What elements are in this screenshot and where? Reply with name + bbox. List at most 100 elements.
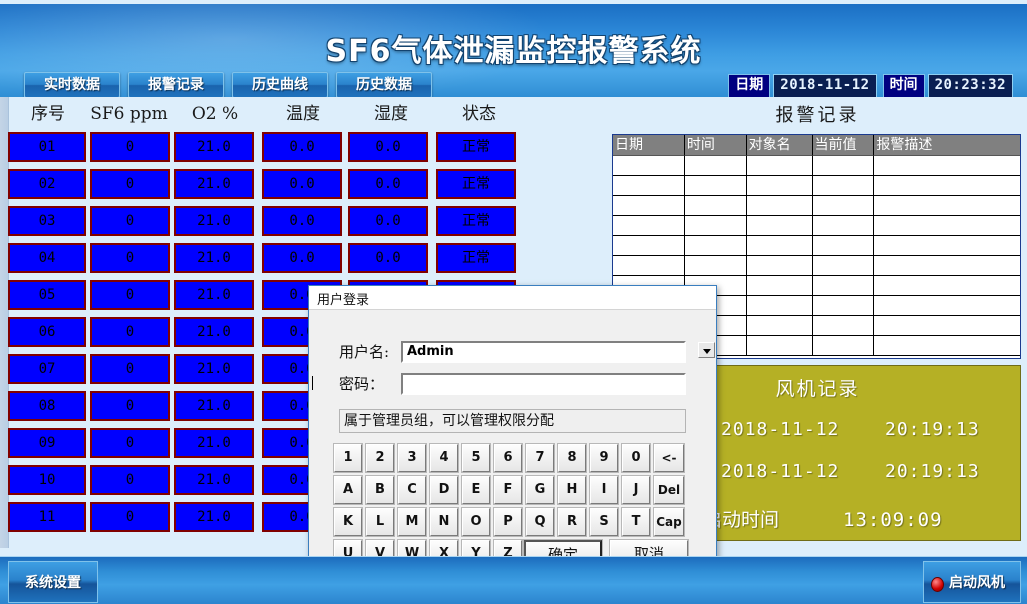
cell-status[interactable]: 正常: [436, 169, 516, 199]
col-header-status: 状态: [462, 104, 496, 124]
cell-sf6[interactable]: 0: [90, 169, 170, 199]
cell-index[interactable]: 11: [8, 502, 86, 532]
key-h[interactable]: H: [557, 475, 587, 505]
cell-o2[interactable]: 21.0: [174, 280, 254, 310]
alarm-cell: [812, 316, 875, 336]
key-4[interactable]: 4: [429, 443, 459, 473]
cell-o2[interactable]: 21.0: [174, 169, 254, 199]
key-[interactable]: <-: [653, 443, 685, 473]
key-f[interactable]: F: [493, 475, 523, 505]
cell-status[interactable]: 正常: [436, 132, 516, 162]
key-3[interactable]: 3: [397, 443, 427, 473]
key-8[interactable]: 8: [557, 443, 587, 473]
chevron-down-icon[interactable]: [698, 342, 715, 358]
cell-sf6[interactable]: 0: [90, 428, 170, 458]
led-indicator-icon: [931, 577, 944, 592]
key-t[interactable]: T: [621, 507, 651, 537]
cell-humidity[interactable]: 0.0: [348, 132, 428, 162]
key-l[interactable]: L: [365, 507, 395, 537]
cell-sf6[interactable]: 0: [90, 391, 170, 421]
cell-index[interactable]: 01: [8, 132, 86, 162]
cell-o2[interactable]: 21.0: [174, 243, 254, 273]
key-r[interactable]: R: [557, 507, 587, 537]
cell-temperature[interactable]: 0.0: [262, 132, 342, 162]
key-b[interactable]: B: [365, 475, 395, 505]
fan-row-date: 2018-11-12: [721, 461, 840, 482]
cell-index[interactable]: 09: [8, 428, 86, 458]
cell-sf6[interactable]: 0: [90, 206, 170, 236]
table-row[interactable]: [613, 236, 1020, 256]
dialog-title: 用户登录: [317, 293, 370, 308]
key-j[interactable]: J: [621, 475, 651, 505]
cell-o2[interactable]: 21.0: [174, 354, 254, 384]
cell-index[interactable]: 04: [8, 243, 86, 273]
cell-humidity[interactable]: 0.0: [348, 169, 428, 199]
key-e[interactable]: E: [461, 475, 491, 505]
cell-status[interactable]: 正常: [436, 206, 516, 236]
key-i[interactable]: I: [589, 475, 619, 505]
table-row[interactable]: [613, 196, 1020, 216]
cell-humidity[interactable]: 0.0: [348, 206, 428, 236]
cell-o2[interactable]: 21.0: [174, 206, 254, 236]
cell-index[interactable]: 06: [8, 317, 86, 347]
cell-o2[interactable]: 21.0: [174, 132, 254, 162]
cell-index[interactable]: 08: [8, 391, 86, 421]
cell-temperature[interactable]: 0.0: [262, 169, 342, 199]
alarm-cell: [812, 296, 875, 316]
cell-index[interactable]: 07: [8, 354, 86, 384]
cell-index[interactable]: 03: [8, 206, 86, 236]
cell-index[interactable]: 10: [8, 465, 86, 495]
cell-o2[interactable]: 21.0: [174, 428, 254, 458]
tab-alarm-records[interactable]: 报警记录: [128, 72, 224, 97]
alarm-cell: [874, 316, 1020, 336]
key-m[interactable]: M: [397, 507, 427, 537]
username-select[interactable]: Admin: [401, 341, 686, 363]
tab-history-curve[interactable]: 历史曲线: [232, 72, 328, 97]
cell-index[interactable]: 05: [8, 280, 86, 310]
system-settings-button[interactable]: 系统设置: [8, 561, 98, 603]
cell-sf6[interactable]: 0: [90, 243, 170, 273]
key-n[interactable]: N: [429, 507, 459, 537]
tab-realtime-data[interactable]: 实时数据: [24, 72, 120, 97]
cell-humidity[interactable]: 0.0: [348, 243, 428, 273]
key-5[interactable]: 5: [461, 443, 491, 473]
table-row[interactable]: [613, 256, 1020, 276]
cell-sf6[interactable]: 0: [90, 132, 170, 162]
key-1[interactable]: 1: [333, 443, 363, 473]
cell-o2[interactable]: 21.0: [174, 391, 254, 421]
key-p[interactable]: P: [493, 507, 523, 537]
cell-index[interactable]: 02: [8, 169, 86, 199]
cell-sf6[interactable]: 0: [90, 502, 170, 532]
key-o[interactable]: O: [461, 507, 491, 537]
key-g[interactable]: G: [525, 475, 555, 505]
key-cap[interactable]: Cap: [653, 507, 685, 537]
cell-sf6[interactable]: 0: [90, 280, 170, 310]
password-input[interactable]: [401, 373, 686, 395]
key-q[interactable]: Q: [525, 507, 555, 537]
cell-o2[interactable]: 21.0: [174, 317, 254, 347]
key-d[interactable]: D: [429, 475, 459, 505]
key-del[interactable]: Del: [653, 475, 685, 505]
cell-sf6[interactable]: 0: [90, 354, 170, 384]
tab-history-data[interactable]: 历史数据: [336, 72, 432, 97]
cell-temperature[interactable]: 0.0: [262, 206, 342, 236]
table-row[interactable]: [613, 216, 1020, 236]
table-row[interactable]: [613, 156, 1020, 176]
cell-temperature[interactable]: 0.0: [262, 243, 342, 273]
cell-o2[interactable]: 21.0: [174, 502, 254, 532]
cell-sf6[interactable]: 0: [90, 465, 170, 495]
key-2[interactable]: 2: [365, 443, 395, 473]
key-0[interactable]: 0: [621, 443, 651, 473]
key-7[interactable]: 7: [525, 443, 555, 473]
cell-o2[interactable]: 21.0: [174, 465, 254, 495]
key-s[interactable]: S: [589, 507, 619, 537]
table-row[interactable]: [613, 176, 1020, 196]
cell-sf6[interactable]: 0: [90, 317, 170, 347]
key-9[interactable]: 9: [589, 443, 619, 473]
cell-status[interactable]: 正常: [436, 243, 516, 273]
key-k[interactable]: K: [333, 507, 363, 537]
key-c[interactable]: C: [397, 475, 427, 505]
start-fan-button[interactable]: 启动风机: [923, 561, 1021, 603]
key-a[interactable]: A: [333, 475, 363, 505]
key-6[interactable]: 6: [493, 443, 523, 473]
